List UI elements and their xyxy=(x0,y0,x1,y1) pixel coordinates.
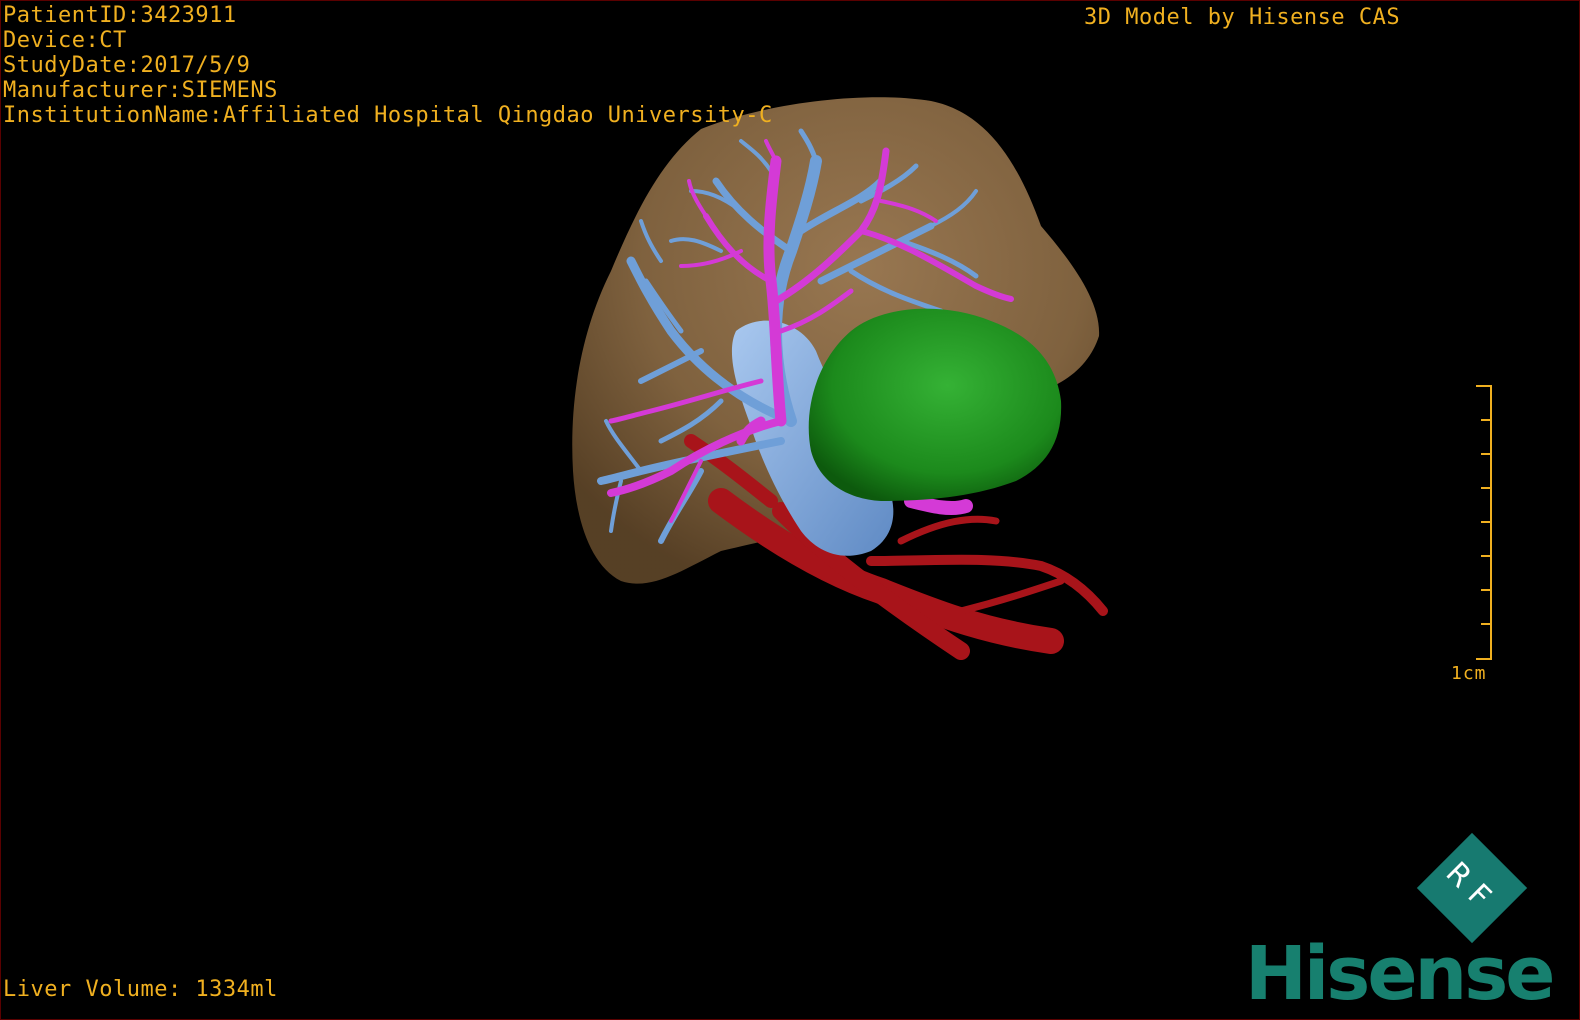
manufacturer: Manufacturer:SIEMENS xyxy=(3,78,278,103)
scale-label: 1cm xyxy=(1451,663,1487,684)
institution-name: InstitutionName:Affiliated Hospital Qing… xyxy=(3,103,773,128)
device-type: Device:CT xyxy=(3,28,127,53)
study-date: StudyDate:2017/5/9 xyxy=(3,53,251,78)
model-credit: 3D Model by Hisense CAS xyxy=(1084,5,1401,30)
liver-3d-model[interactable] xyxy=(1,1,1580,1020)
3d-viewport[interactable]: PatientID:3423911 Device:CT StudyDate:20… xyxy=(0,0,1580,1020)
patient-id: PatientID:3423911 xyxy=(3,3,237,28)
liver-volume: Liver Volume: 1334ml xyxy=(3,977,278,1002)
scale-bar xyxy=(1476,385,1492,660)
hisense-logo: Hisense xyxy=(1245,931,1555,1017)
